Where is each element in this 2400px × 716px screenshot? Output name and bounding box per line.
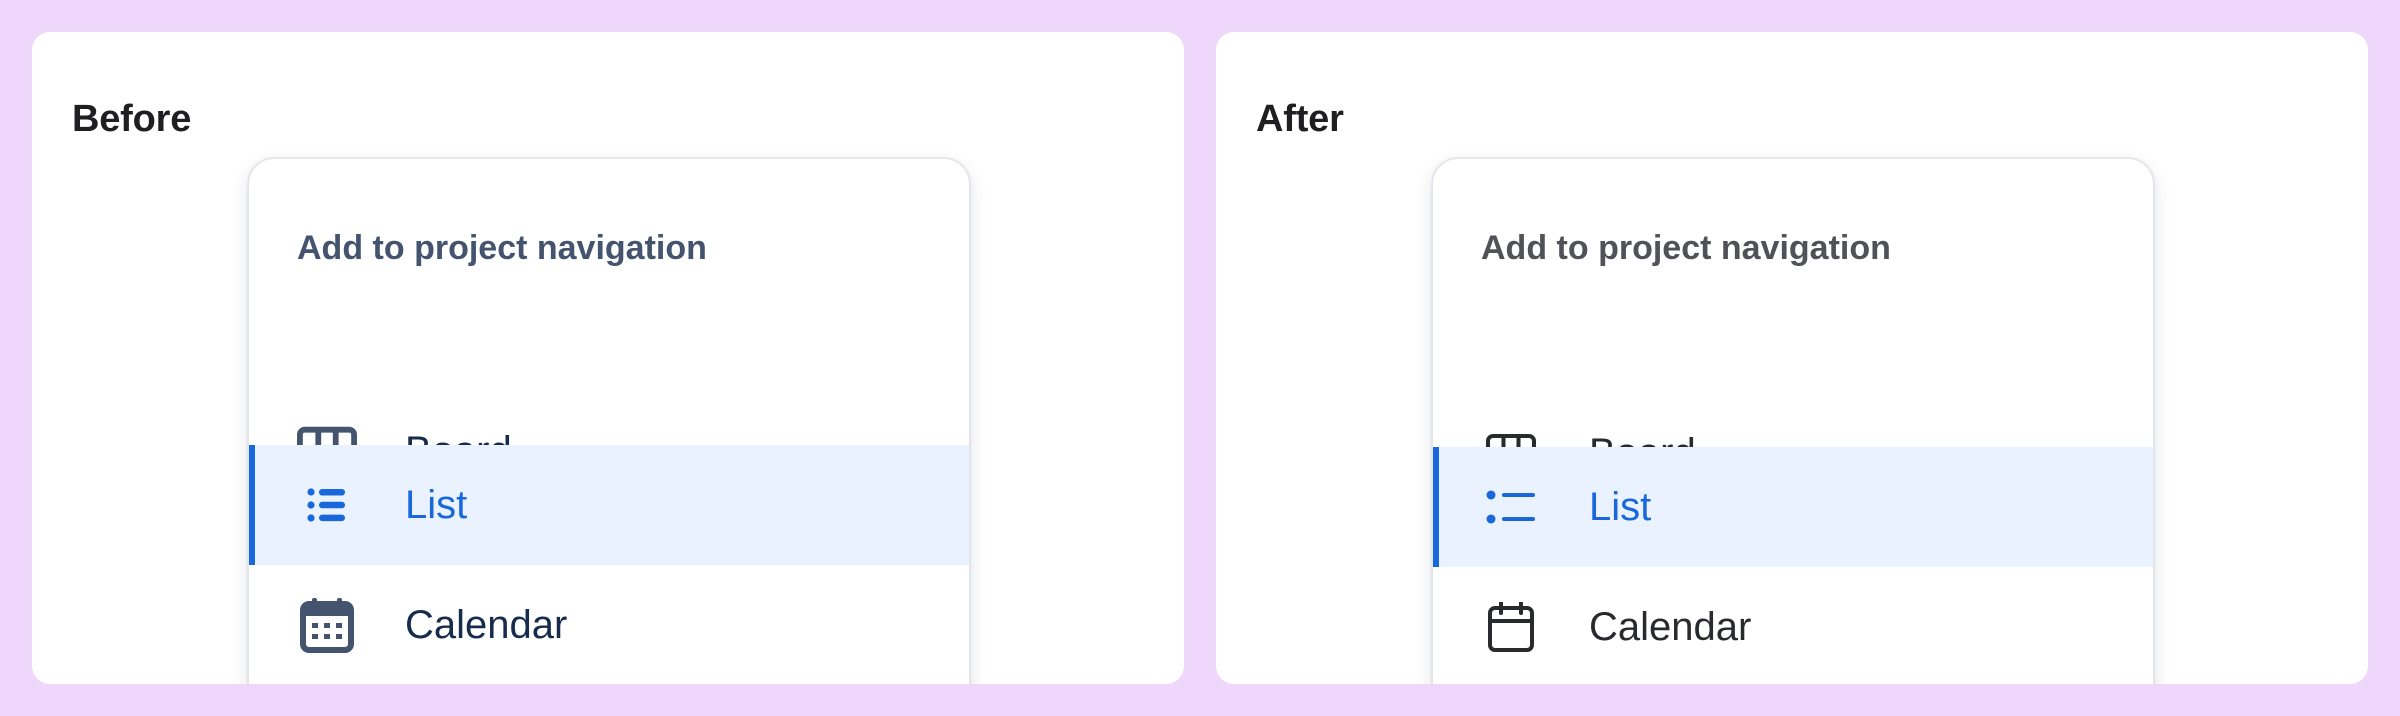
menu-heading: Add to project navigation	[297, 229, 707, 267]
menu-heading: Add to project navigation	[1481, 229, 1891, 267]
panel-title-after: After	[1256, 98, 1344, 140]
after-panel: After Add to project navigation Board	[1216, 32, 2368, 684]
menu-item-label: Calendar	[405, 603, 568, 647]
before-panel: Before Add to project navigation Board	[32, 32, 1184, 684]
menu-item-label: List	[405, 483, 468, 527]
add-to-navigation-menu-after: Add to project navigation Board	[1432, 158, 2154, 684]
calendar-icon	[1481, 597, 1541, 657]
menu-item-label: List	[1589, 485, 1652, 529]
add-to-navigation-menu-before: Add to project navigation Board	[248, 158, 970, 684]
list-icon	[1481, 477, 1541, 537]
calendar-icon	[297, 595, 357, 655]
panel-title-before: Before	[72, 98, 192, 140]
menu-item-calendar[interactable]: Calendar	[1433, 567, 2153, 684]
comparison-frame: Before Add to project navigation Board	[0, 0, 2400, 716]
menu-item-list[interactable]: List	[1433, 447, 2153, 567]
menu-item-calendar[interactable]: Calendar	[249, 565, 969, 684]
menu-item-label: Calendar	[1589, 605, 1752, 649]
menu-item-list[interactable]: List	[249, 445, 969, 565]
selected-indicator	[249, 445, 255, 565]
list-icon	[297, 475, 357, 535]
selected-indicator	[1433, 447, 1439, 567]
